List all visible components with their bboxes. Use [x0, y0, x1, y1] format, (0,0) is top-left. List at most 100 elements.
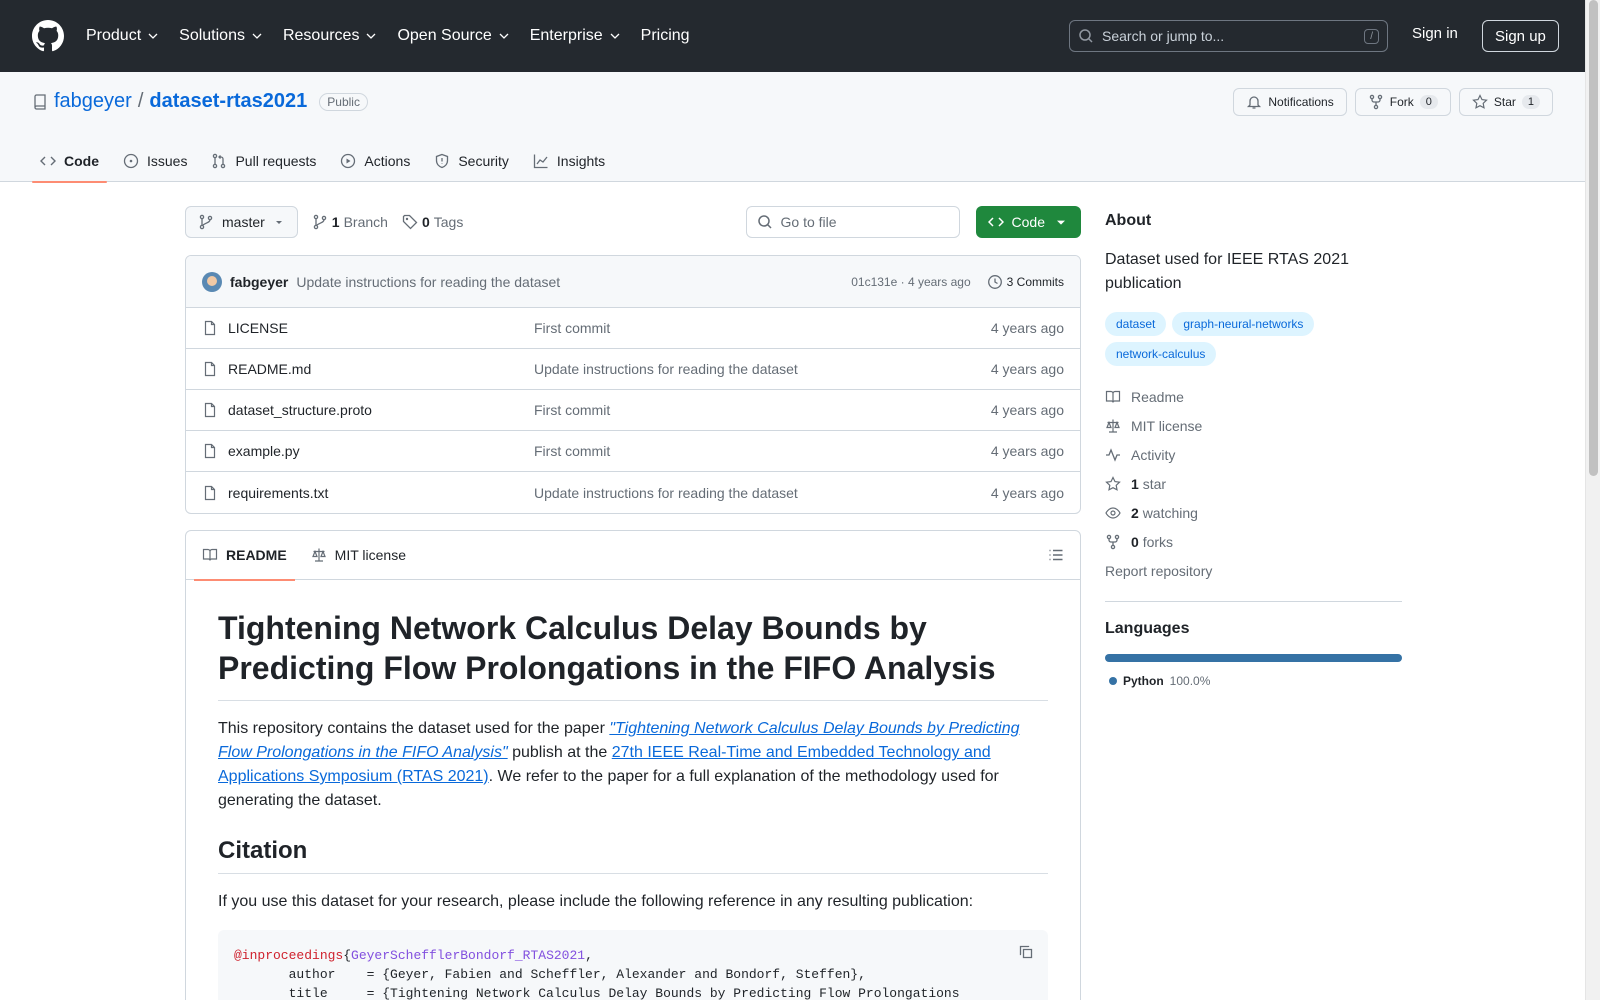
chevron-down-icon: [366, 33, 376, 39]
repo-owner-link[interactable]: fabgeyer: [54, 90, 132, 113]
file-commit-message[interactable]: First commit: [534, 443, 991, 459]
tab-actions[interactable]: Actions: [332, 140, 418, 182]
topic-tag[interactable]: graph-neural-networks: [1172, 312, 1315, 336]
repo-name-link[interactable]: dataset-rtas2021: [149, 90, 307, 113]
table-row[interactable]: requirements.txt Update instructions for…: [186, 472, 1080, 513]
file-name-link[interactable]: dataset_structure.proto: [228, 402, 372, 418]
file-icon: [204, 320, 216, 336]
shield-icon: [436, 153, 449, 169]
file-name-link[interactable]: README.md: [228, 361, 311, 377]
language-item[interactable]: Python 100.0%: [1105, 674, 1402, 688]
citation-heading: Citation: [218, 837, 1048, 874]
file-name-link[interactable]: requirements.txt: [228, 485, 328, 501]
tab-insights[interactable]: Insights: [525, 140, 613, 182]
watchers-link[interactable]: 2 watching: [1105, 498, 1402, 527]
tab-issues[interactable]: Issues: [115, 140, 195, 182]
nav-pricing[interactable]: Pricing: [641, 27, 690, 45]
fork-button[interactable]: Fork 0: [1354, 88, 1451, 116]
tab-security[interactable]: Security: [426, 140, 517, 182]
play-icon: [341, 153, 356, 169]
file-name-link[interactable]: LICENSE: [228, 320, 288, 336]
sign-in-link[interactable]: Sign in: [1412, 25, 1458, 42]
about-sidebar: About Dataset used for IEEE RTAS 2021 pu…: [1105, 206, 1402, 688]
global-header: Product Solutions Resources Open Source …: [0, 0, 1585, 72]
go-to-file-input[interactable]: Go to file: [745, 206, 960, 238]
languages-heading: Languages: [1105, 620, 1190, 637]
search-icon: [757, 215, 772, 229]
tab-readme[interactable]: README: [194, 531, 295, 581]
nav-product[interactable]: Product: [86, 27, 159, 45]
github-logo-icon[interactable]: [32, 20, 64, 52]
table-row[interactable]: LICENSE First commit 4 years ago: [186, 308, 1080, 349]
star-icon: [1105, 475, 1121, 491]
branch-selector[interactable]: master: [185, 206, 298, 238]
repo-actions: Notifications Fork 0 Star 1: [1233, 88, 1553, 116]
file-date: 4 years ago: [990, 361, 1064, 377]
branches-link[interactable]: 1 Branch: [312, 214, 388, 230]
nav-resources[interactable]: Resources: [283, 27, 377, 45]
search-placeholder: Search or jump to...: [1102, 28, 1225, 44]
page-scrollbar[interactable]: [1585, 0, 1600, 1000]
file-commit-message[interactable]: Update instructions for reading the data…: [534, 361, 991, 377]
book-icon: [1105, 390, 1121, 403]
tab-pull-requests[interactable]: Pull requests: [203, 140, 324, 182]
file-commit-message[interactable]: Update instructions for reading the data…: [534, 485, 991, 501]
file-icon: [204, 402, 216, 418]
book-icon: [202, 548, 218, 561]
readme-link[interactable]: Readme: [1105, 382, 1402, 411]
table-row[interactable]: dataset_structure.proto First commit 4 y…: [186, 390, 1080, 431]
language-color-dot: [1109, 677, 1117, 685]
avatar[interactable]: [202, 271, 222, 292]
code-dropdown-button[interactable]: Code: [975, 206, 1081, 238]
tab-code[interactable]: Code: [32, 140, 107, 183]
star-count: 1: [1521, 95, 1540, 109]
file-name-link[interactable]: example.py: [228, 443, 300, 459]
nav-open-source[interactable]: Open Source: [397, 27, 509, 45]
table-row[interactable]: README.md Update instructions for readin…: [186, 349, 1080, 390]
repo-description: Dataset used for IEEE RTAS 2021 publicat…: [1105, 251, 1349, 292]
star-button[interactable]: Star 1: [1458, 88, 1553, 116]
global-search-input[interactable]: Search or jump to... /: [1069, 20, 1388, 52]
commit-hash-date[interactable]: 01c131e · 4 years ago: [851, 275, 970, 289]
file-toolbar: master 1 Branch 0 Tags Go to file Code: [185, 206, 1081, 238]
tags-link[interactable]: 0 Tags: [402, 214, 463, 230]
code-icon: [987, 217, 1004, 227]
law-icon: [311, 548, 326, 562]
copy-icon[interactable]: [1018, 944, 1034, 960]
tag-icon: [402, 214, 418, 230]
notifications-button[interactable]: Notifications: [1233, 88, 1347, 116]
file-date: 4 years ago: [990, 320, 1064, 336]
citation-text: If you use this dataset for your researc…: [218, 893, 974, 910]
pull-request-icon: [213, 153, 226, 169]
sign-up-button[interactable]: Sign up: [1482, 20, 1559, 52]
readme-panel: README MIT license Tightening Network Ca…: [185, 530, 1081, 1000]
topic-tag[interactable]: dataset: [1105, 312, 1167, 336]
scrollbar-thumb[interactable]: [1589, 0, 1598, 476]
file-commit-message[interactable]: First commit: [534, 402, 991, 418]
caret-down-icon: [1057, 220, 1065, 225]
commit-message-link[interactable]: Update instructions for reading the data…: [296, 274, 560, 290]
commit-author-link[interactable]: fabgeyer: [230, 274, 288, 290]
tab-license[interactable]: MIT license: [303, 531, 414, 580]
forks-link[interactable]: 0 forks: [1105, 527, 1402, 556]
repo-separator: /: [137, 90, 144, 112]
chevron-down-icon: [148, 33, 158, 39]
table-row[interactable]: example.py First commit 4 years ago: [186, 431, 1080, 472]
file-commit-message[interactable]: First commit: [534, 320, 991, 336]
graph-icon: [533, 154, 548, 169]
repo-stats: Readme MIT license Activity 1 star 2 wat…: [1105, 382, 1402, 585]
report-repository-link[interactable]: Report repository: [1105, 556, 1402, 585]
file-date: 4 years ago: [990, 402, 1064, 418]
activity-link[interactable]: Activity: [1105, 440, 1402, 469]
bell-icon: [1247, 96, 1262, 109]
list-outline-icon[interactable]: [1048, 547, 1064, 563]
license-link[interactable]: MIT license: [1105, 411, 1402, 440]
nav-enterprise[interactable]: Enterprise: [530, 27, 621, 45]
commits-history-link[interactable]: 3 Commits: [987, 274, 1064, 290]
code-icon: [40, 156, 56, 166]
topic-tag[interactable]: network-calculus: [1105, 342, 1217, 366]
stars-link[interactable]: 1 star: [1105, 469, 1402, 498]
nav-solutions[interactable]: Solutions: [179, 27, 263, 45]
fork-count: 0: [1419, 95, 1438, 109]
search-icon: [1079, 29, 1093, 43]
